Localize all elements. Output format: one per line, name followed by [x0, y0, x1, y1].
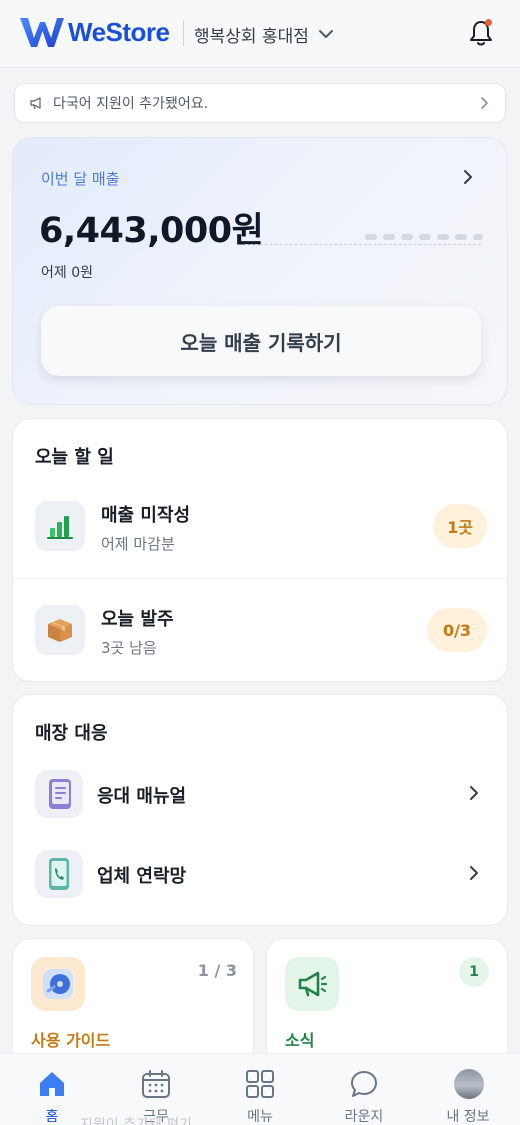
tab-menu[interactable]: 메뉴: [208, 1054, 312, 1125]
header-divider: [183, 20, 184, 46]
response-contacts-row[interactable]: 업체 연락망: [13, 842, 507, 906]
tab-lounge[interactable]: 라운지: [312, 1054, 416, 1125]
task-subtext: 3곳 남음: [101, 639, 157, 657]
task-icon-box: [35, 605, 85, 655]
store-response-card: 매장 대응 응대 매뉴얼 업체 연락망: [12, 694, 508, 926]
notice-text: 다국어 지원이 추가됐어요.: [53, 96, 209, 112]
sales-dashed-line: [245, 244, 481, 245]
underlying-notice-text: 지원이 추가돼 펴기: [80, 1117, 192, 1125]
guide-icon-box: [31, 957, 85, 1011]
yesterday-sales: 어제 0원: [41, 265, 93, 281]
chevron-right-icon: [470, 786, 478, 800]
app-header: WeStore 행복상회 홍대점: [0, 0, 520, 68]
notice-banner[interactable]: 다국어 지원이 추가됐어요.: [14, 83, 506, 123]
bottom-tab-bar: 홈 근무 메뉴 라운지 내 정보: [0, 1053, 520, 1125]
store-name: 행복상회 홍대점: [194, 26, 309, 47]
logo-text: WeStore: [68, 16, 170, 47]
monthly-sales-card: 이번 달 매출 6,443,000원 어제 0원 오늘 매출 기록하기: [12, 137, 508, 405]
store-selector[interactable]: 행복상회 홍대점: [194, 20, 335, 48]
megaphone-icon: [298, 971, 328, 997]
task-name: 매출 미작성: [101, 505, 191, 526]
chevron-right-icon: [481, 97, 488, 109]
today-tasks-title: 오늘 할 일: [35, 447, 114, 468]
response-label: 응대 매뉴얼: [97, 786, 187, 807]
record-sales-button[interactable]: 오늘 매출 기록하기: [41, 306, 481, 376]
tab-my-info[interactable]: 내 정보: [416, 1054, 520, 1125]
bar-chart-icon: [47, 516, 73, 539]
sales-placeholder-bars: [365, 234, 483, 240]
today-tasks-card: 오늘 할 일 매출 미작성 어제 마감분 1곳 오늘 발주 3곳 남음 0/3: [12, 418, 508, 682]
response-label: 업체 연락망: [97, 866, 187, 887]
news-icon-box: [285, 957, 339, 1011]
news-label: 소식: [285, 1031, 315, 1050]
monthly-sales-label: 이번 달 매출: [41, 170, 120, 188]
response-manual-row[interactable]: 응대 매뉴얼: [13, 762, 507, 826]
news-count-badge: 1: [459, 957, 489, 987]
chevron-down-icon: [318, 30, 333, 38]
chevron-right-icon[interactable]: [459, 168, 477, 186]
monthly-sales-amount: 6,443,000원: [39, 211, 264, 251]
calendar-icon: [142, 1070, 170, 1098]
tab-label: 메뉴: [247, 1109, 273, 1125]
notification-dot: [485, 19, 492, 26]
westore-w-logo-icon: [20, 18, 64, 47]
tab-label: 라운지: [344, 1109, 384, 1125]
westore-logo[interactable]: WeStore: [18, 14, 170, 50]
task-icon-box: [35, 501, 85, 551]
avatar: [454, 1069, 484, 1099]
chevron-right-icon: [470, 866, 478, 880]
task-row-today-order[interactable]: 오늘 발주 3곳 남음 0/3: [13, 579, 507, 683]
tab-label: 내 정보: [446, 1109, 490, 1125]
home-icon: [40, 1072, 64, 1096]
guide-disc-icon: [43, 969, 73, 999]
store-response-title: 매장 대응: [35, 723, 108, 744]
response-icon-box: [35, 850, 83, 898]
task-row-sales-missing[interactable]: 매출 미작성 어제 마감분 1곳: [13, 475, 507, 579]
response-icon-box: [35, 770, 83, 818]
package-icon: [48, 619, 72, 642]
task-subtext: 어제 마감분: [101, 535, 175, 553]
usage-guide-label: 사용 가이드: [31, 1031, 111, 1050]
guide-progress-count: 1 / 3: [197, 961, 237, 980]
task-count-badge: 0/3: [427, 608, 487, 652]
grid-icon: [246, 1070, 274, 1098]
chat-icon: [351, 1071, 377, 1097]
task-name: 오늘 발주: [101, 609, 174, 630]
phone-icon: [49, 858, 69, 890]
task-count-badge: 1곳: [433, 504, 487, 548]
manual-icon: [49, 779, 71, 809]
megaphone-icon: [30, 97, 41, 110]
